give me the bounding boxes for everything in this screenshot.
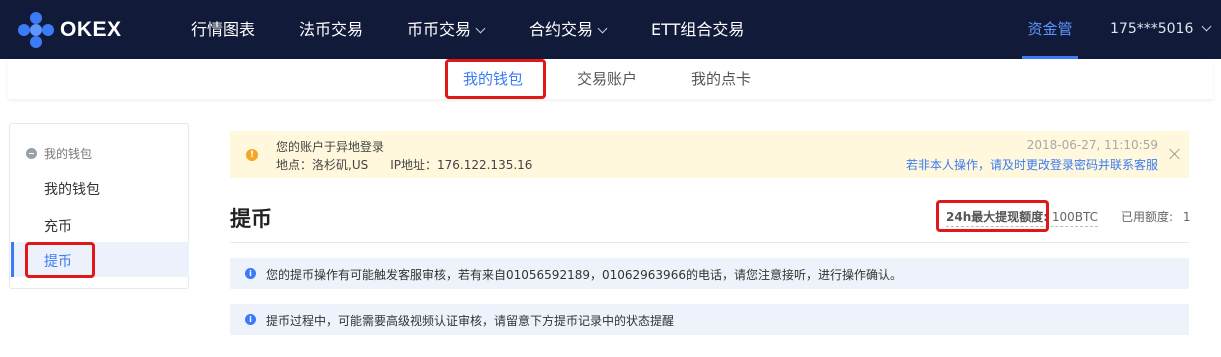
highlight-box-wallet-tab <box>445 59 546 99</box>
info-icon: i <box>245 268 256 279</box>
warning-icon: ! <box>246 149 258 161</box>
brand-name: OKEX <box>60 18 122 41</box>
notice-details: 地点：洛杉矶,US IP地址：176.122.135.16 <box>276 156 532 173</box>
chevron-down-icon <box>597 23 608 34</box>
notice-title: 您的账户于异地登录 <box>276 140 385 154</box>
nav-item-market-chart[interactable]: 行情图表 <box>191 0 255 59</box>
nav-label: 行情图表 <box>191 20 256 39</box>
top-navbar: OKEX 行情图表 法币交易 币币交易 合约交易 ETT组合交易 资金管理 17… <box>0 0 1221 97</box>
notice-datetime: 2018-06-27, 11:10:59 <box>1026 138 1158 152</box>
sidebar-item-deposit[interactable]: 充币 <box>44 216 72 236</box>
okex-logo[interactable]: OKEX <box>18 12 122 48</box>
nav-item-fiat-trading[interactable]: 法币交易 <box>299 0 363 59</box>
user-phone: 175***5016 <box>1110 21 1194 37</box>
info-icon: i <box>245 314 256 325</box>
chevron-down-icon <box>1201 21 1212 32</box>
limit-value: 100BTC <box>1051 210 1099 224</box>
notice-location: 地点：洛杉矶,US <box>276 158 369 172</box>
sidebar-header-label: 我的钱包 <box>44 147 93 161</box>
page-title: 提币 <box>230 207 272 231</box>
highlight-box-limit <box>936 200 1049 232</box>
notice-ip: IP地址：176.122.135.16 <box>390 158 533 172</box>
info-message: i 提币过程中，可能需要高级视频认证审核，请留意下方提币记录中的状态提醒 <box>230 304 1189 335</box>
notice-contact-link[interactable]: 若非本人操作，请及时更改登录密码并联系客服 <box>906 156 1158 173</box>
wallet-icon <box>26 148 37 159</box>
tab-trading-account[interactable]: 交易账户 <box>577 59 637 99</box>
nav-label: 币币交易 <box>407 20 472 39</box>
divider <box>230 242 1189 243</box>
sidebar-item-my-wallet[interactable]: 我的钱包 <box>44 179 100 199</box>
info-text: 提币过程中，可能需要高级视频认证审核，请留意下方提币记录中的状态提醒 <box>266 314 675 328</box>
nav-item-futures-trading[interactable]: 合约交易 <box>529 0 608 59</box>
tab-my-point-card[interactable]: 我的点卡 <box>691 59 751 99</box>
nav-label: 合约交易 <box>529 20 594 39</box>
nav-item-ett-trading[interactable]: ETT组合交易 <box>651 0 744 59</box>
info-message: i 您的提币操作有可能触发客服审核，若有来自01056592189，010629… <box>230 258 1189 289</box>
nav-label: ETT组合交易 <box>651 20 745 39</box>
sidebar-active-bar <box>11 242 14 277</box>
login-alert-notice: ! 您的账户于异地登录 地点：洛杉矶,US IP地址：176.122.135.16… <box>230 131 1189 178</box>
close-icon[interactable] <box>1168 147 1182 161</box>
info-text: 您的提币操作有可能触发客服审核，若有来自01056592189，01062963… <box>266 268 902 282</box>
chevron-down-icon <box>475 23 486 34</box>
wallet-subtabs: 我的钱包 交易账户 我的点卡 <box>8 59 1213 99</box>
sidebar-header: 我的钱包 <box>26 145 92 162</box>
used-limit: 已用额度: 1 <box>1121 208 1191 225</box>
nav-label: 法币交易 <box>299 20 364 39</box>
nav-asset-management[interactable]: 资金管理 <box>1022 0 1078 97</box>
nav-item-spot-trading[interactable]: 币币交易 <box>407 0 486 59</box>
highlight-box-withdraw <box>25 242 95 278</box>
logo-icon <box>18 12 54 48</box>
used-label: 已用额度: <box>1121 210 1174 224</box>
user-menu[interactable]: 175***5016 <box>1110 0 1212 59</box>
used-value: 1 <box>1182 210 1191 224</box>
